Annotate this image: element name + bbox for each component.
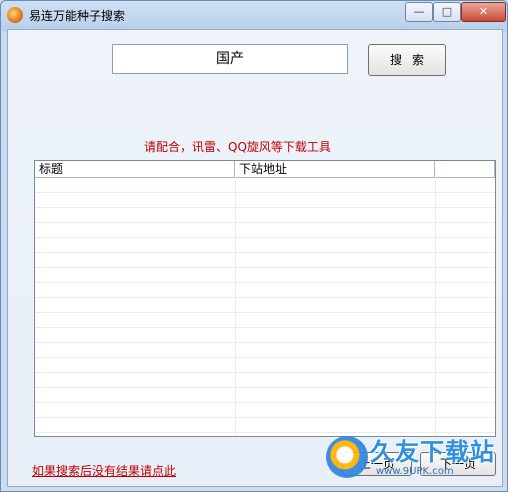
list-row[interactable] (35, 222, 495, 238)
list-row[interactable] (35, 282, 495, 298)
hint-text: 请配合，讯雷、QQ旋风等下载工具 (144, 140, 331, 154)
list-row[interactable] (35, 177, 495, 193)
list-row[interactable] (35, 387, 495, 403)
list-row[interactable] (35, 297, 495, 313)
app-window: 易连万能种子搜索 — □ ✕ 国产 搜索 请配合，讯雷、QQ旋风等下载工具 标题… (0, 0, 508, 492)
watermark: 久友下载站 www.9UPK.com (326, 430, 506, 490)
watermark-text: 久友下载站 (370, 438, 495, 466)
app-icon (7, 7, 23, 23)
column-header-download-url[interactable]: 下站地址 (235, 161, 435, 177)
search-button[interactable]: 搜索 (368, 44, 446, 76)
list-row[interactable] (35, 207, 495, 223)
list-row[interactable] (35, 312, 495, 328)
search-input[interactable]: 国产 (112, 44, 348, 74)
no-results-link[interactable]: 如果搜索后没有结果请点此 (32, 462, 176, 479)
list-row[interactable] (35, 327, 495, 343)
list-header: 标题 下站地址 (35, 161, 495, 178)
list-row[interactable] (35, 357, 495, 373)
window-title: 易连万能种子搜索 (29, 9, 126, 23)
list-row[interactable] (35, 192, 495, 208)
client-area: 国产 搜索 请配合，讯雷、QQ旋风等下载工具 标题 下站地址 如果搜索后没有结果… (7, 29, 503, 487)
list-row[interactable] (35, 267, 495, 283)
watermark-url: www.9UPK.com (376, 466, 454, 477)
list-row[interactable] (35, 237, 495, 253)
title-bar[interactable]: 易连万能种子搜索 — □ ✕ (1, 1, 507, 29)
close-button[interactable]: ✕ (461, 2, 506, 22)
list-row[interactable] (35, 372, 495, 388)
list-row[interactable] (35, 252, 495, 268)
column-header-extra[interactable] (435, 161, 495, 177)
watermark-logo-icon (326, 436, 368, 478)
column-header-title[interactable]: 标题 (35, 161, 235, 177)
results-list[interactable]: 标题 下站地址 (34, 160, 496, 437)
minimize-button[interactable]: — (405, 2, 433, 22)
maximize-button[interactable]: □ (433, 2, 461, 22)
list-row[interactable] (35, 402, 495, 418)
list-row[interactable] (35, 342, 495, 358)
